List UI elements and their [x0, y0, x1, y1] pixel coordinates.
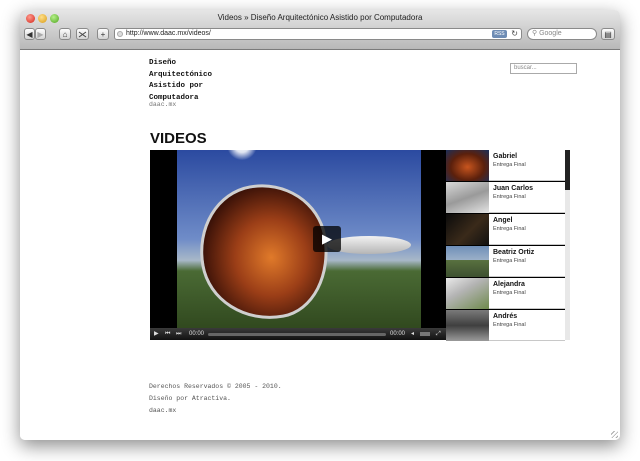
playlist-item[interactable]: Beatriz Ortiz Entrega Final: [446, 246, 565, 277]
total-time: 00:00: [390, 331, 406, 337]
window-title: Videos » Diseño Arquitectónico Asistido …: [217, 13, 423, 22]
resize-grip[interactable]: [611, 431, 618, 438]
snapback-button[interactable]: [76, 28, 89, 40]
footer-domain[interactable]: daac.mx: [149, 406, 176, 415]
playlist-scrollbar[interactable]: [565, 150, 570, 340]
video-frame[interactable]: ▶: [177, 150, 421, 328]
player-controls: ▶ ⏮ ⏭ 00:00 00:00 ◂ ⤢: [150, 328, 446, 340]
playlist-item-name: Gabriel: [493, 153, 518, 160]
playlist-item-subtitle: Entrega Final: [493, 258, 526, 264]
bookmarks-button[interactable]: ▤: [601, 28, 615, 40]
video-playlist: Gabriel Entrega Final Juan Carlos Entreg…: [446, 150, 565, 341]
video-thumbnail: [446, 310, 489, 341]
sun-glow: [227, 150, 257, 160]
add-bookmark-button[interactable]: +: [97, 28, 109, 40]
next-icon[interactable]: ⏭: [176, 328, 181, 340]
home-button[interactable]: ⌂: [59, 28, 71, 40]
playlist-item-name: Alejandra: [493, 281, 525, 288]
reload-button[interactable]: ↻: [511, 29, 518, 39]
address-bar[interactable]: http://www.daac.mx/videos/ RSS ↻: [114, 28, 522, 40]
playlist-item[interactable]: Angel Entrega Final: [446, 214, 565, 245]
playlist-item-name: Angel: [493, 217, 513, 224]
playlist-item-name: Beatriz Ortiz: [493, 249, 535, 256]
site-title[interactable]: Diseño Arquitectónico Asistido por Compu…: [149, 58, 229, 104]
footer-design-credit: Diseño por Atractiva.: [149, 395, 231, 402]
playlist-item-name: Juan Carlos: [493, 185, 534, 192]
playlist-item-subtitle: Entrega Final: [493, 290, 526, 296]
playlist-item-subtitle: Entrega Final: [493, 162, 526, 168]
forward-button[interactable]: ▶: [35, 28, 46, 40]
playlist-scroll-thumb[interactable]: [565, 150, 570, 190]
playlist-item[interactable]: Juan Carlos Entrega Final: [446, 182, 565, 213]
video-thumbnail: [446, 182, 489, 213]
browser-window: Videos » Diseño Arquitectónico Asistido …: [20, 10, 620, 440]
play-icon[interactable]: ▶: [154, 328, 159, 340]
playlist-item-subtitle: Entrega Final: [493, 194, 526, 200]
site-icon: [117, 31, 123, 37]
playlist-item[interactable]: Gabriel Entrega Final: [446, 150, 565, 181]
seek-bar[interactable]: [208, 333, 386, 336]
title-bar: Videos » Diseño Arquitectónico Asistido …: [20, 10, 620, 50]
video-thumbnail: [446, 246, 489, 277]
volume-slider[interactable]: [420, 332, 430, 336]
playlist-item-subtitle: Entrega Final: [493, 322, 526, 328]
playlist-item-name: Andrés: [493, 313, 518, 320]
address-text: http://www.daac.mx/videos/: [126, 30, 211, 37]
snapback-icon: [78, 31, 87, 38]
fullscreen-icon[interactable]: ⤢: [436, 328, 441, 340]
video-thumbnail: [446, 214, 489, 245]
rss-button[interactable]: RSS: [492, 30, 507, 38]
site-domain: daac.mx: [149, 101, 177, 108]
big-play-button[interactable]: ▶: [313, 226, 341, 252]
back-button[interactable]: ◀: [24, 28, 35, 40]
playlist-item[interactable]: Alejandra Entrega Final: [446, 278, 565, 309]
page-title: VIDEOS: [150, 130, 207, 147]
current-time: 00:00: [189, 331, 205, 337]
browser-search-field[interactable]: ⚲ Google: [527, 28, 597, 40]
page-content: Diseño Arquitectónico Asistido por Compu…: [20, 50, 620, 440]
video-thumbnail: [446, 150, 489, 181]
footer-copyright: Derechos Reservados © 2005 - 2010.: [149, 383, 282, 390]
speaker-icon[interactable]: ◂: [411, 328, 414, 340]
previous-icon[interactable]: ⏮: [165, 328, 170, 340]
playlist-item-subtitle: Entrega Final: [493, 226, 526, 232]
browser-search-placeholder: Google: [539, 30, 562, 37]
video-player[interactable]: ▶ ▶ ⏮ ⏭ 00:00 00:00 ◂ ⤢: [150, 150, 446, 340]
site-search-input[interactable]: buscar...: [510, 63, 577, 74]
video-thumbnail: [446, 278, 489, 309]
playlist-item[interactable]: Andrés Entrega Final: [446, 310, 565, 341]
